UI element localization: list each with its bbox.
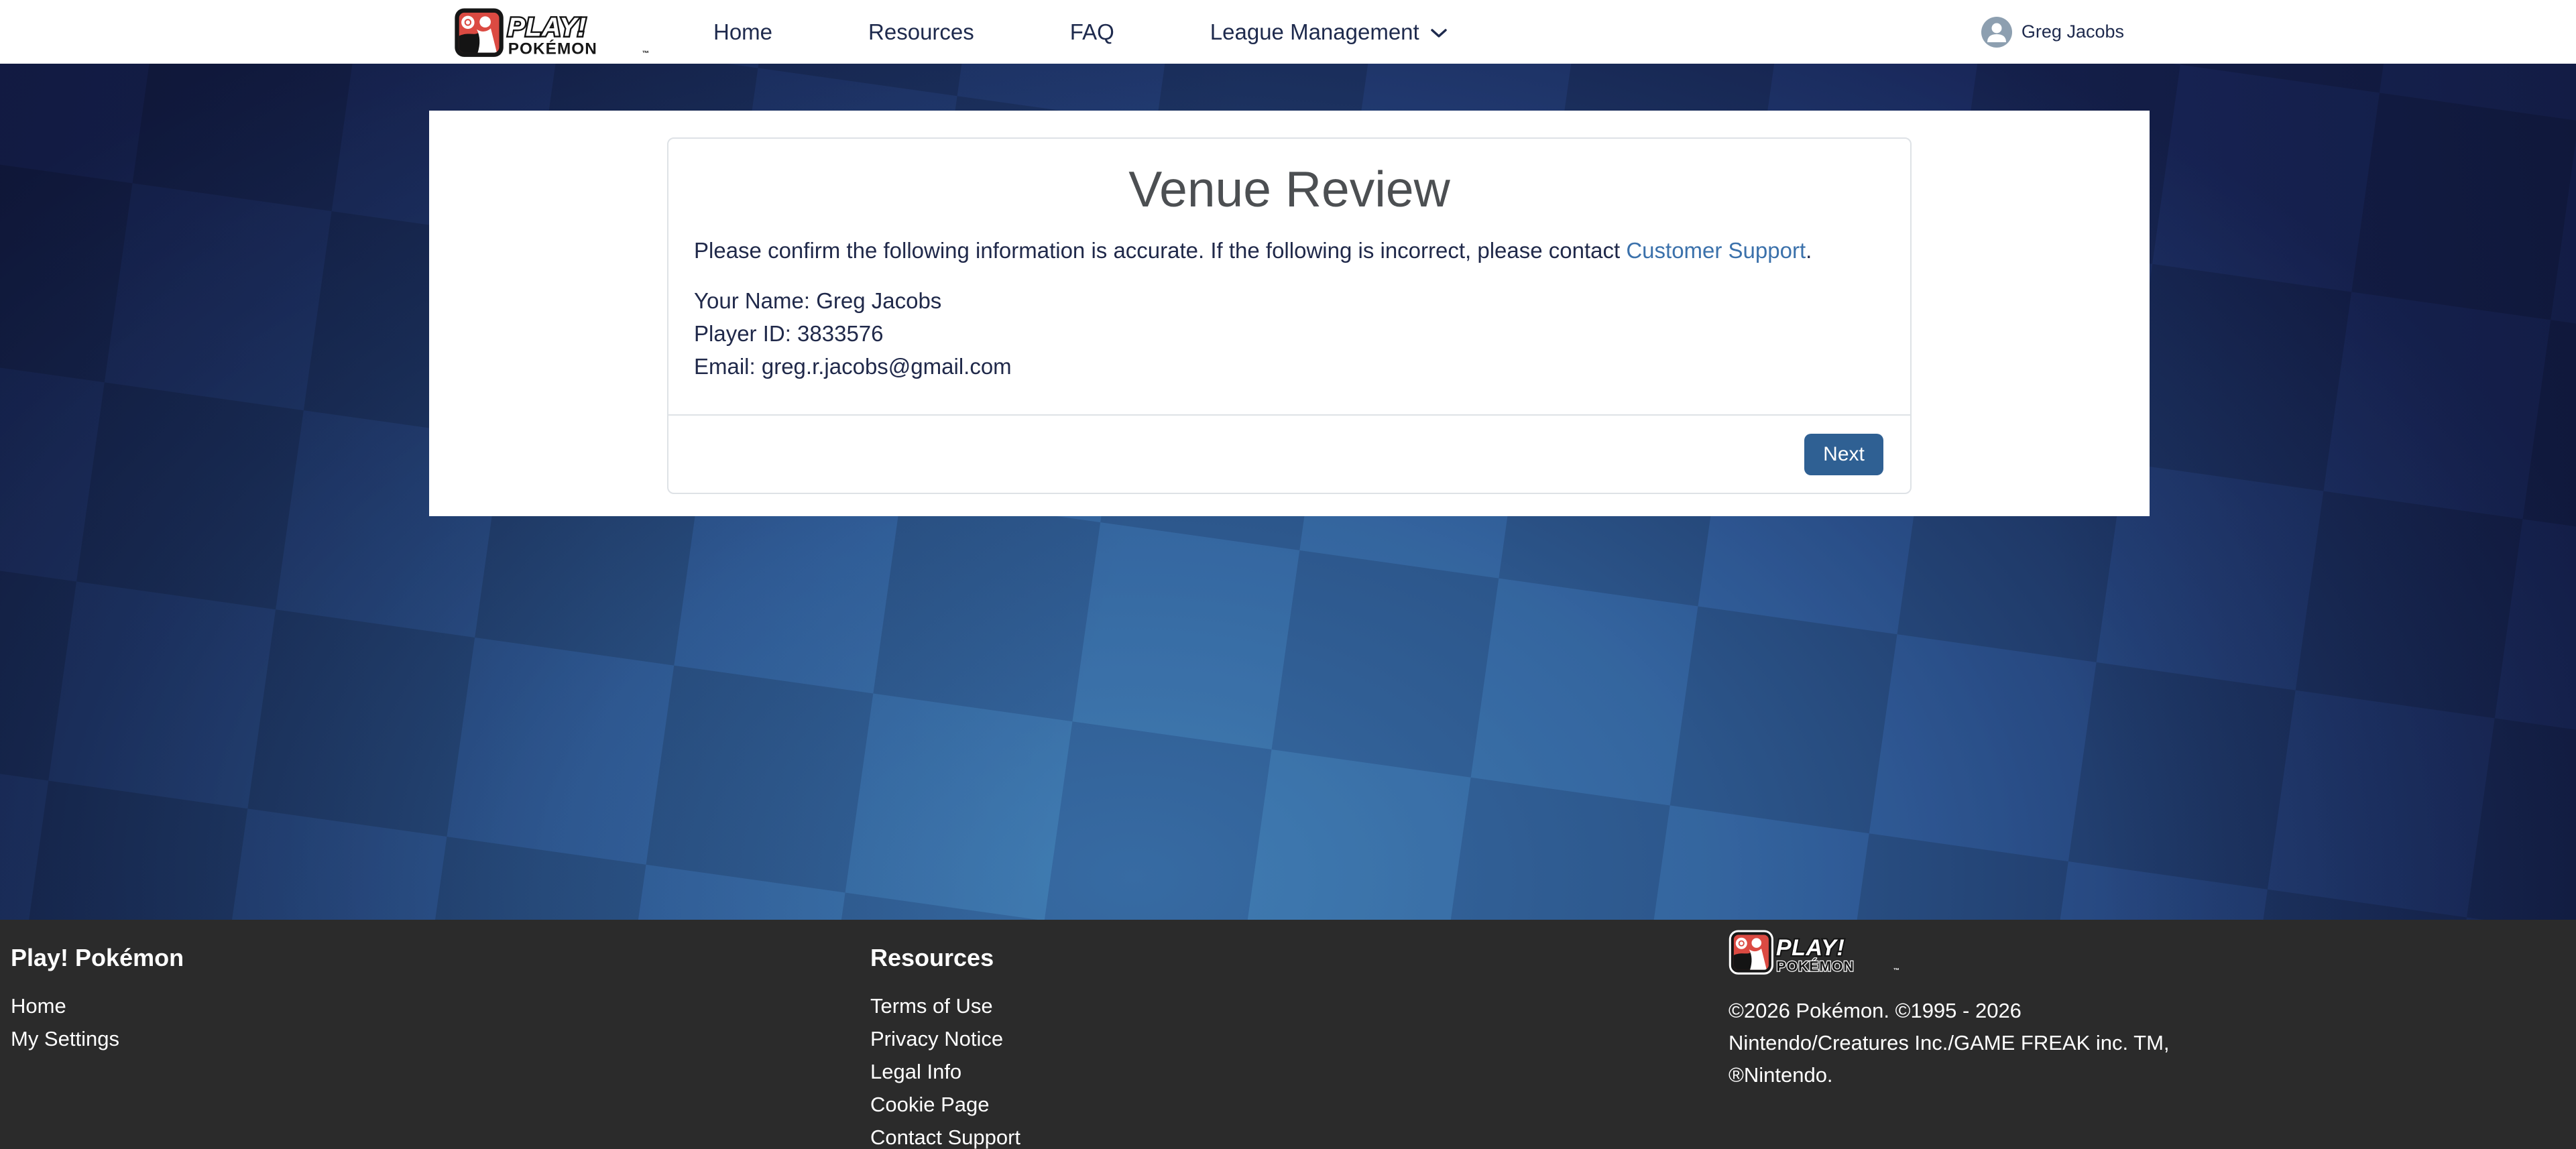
copyright-line-2: Nintendo/Creatures Inc./GAME FREAK inc. … <box>1729 1027 2170 1059</box>
footer-link-my-settings[interactable]: My Settings <box>11 1022 119 1055</box>
page-footer: Play! Pokémon Home My Settings Resources… <box>0 920 2576 1149</box>
nav-faq-label: FAQ <box>1070 19 1114 45</box>
logo-play-text: PLAY! <box>1776 935 1845 961</box>
footer-link-terms-of-use[interactable]: Terms of Use <box>870 989 1020 1022</box>
card-footer: Next <box>668 414 1910 493</box>
content-sheet: Venue Review Please confirm the followin… <box>429 111 2150 516</box>
player-id-value: 3833576 <box>797 321 883 346</box>
footer-link-cookie-page[interactable]: Cookie Page <box>870 1088 1020 1121</box>
user-name: Greg Jacobs <box>2022 21 2124 42</box>
intro-prefix: Please confirm the following information… <box>694 238 1626 263</box>
player-name-value: Greg Jacobs <box>816 288 941 313</box>
chevron-down-icon <box>1429 27 1449 40</box>
copyright-text: ©2026 Pokémon. ©1995 - 2026 Nintendo/Cre… <box>1729 995 2170 1091</box>
nav-item-home[interactable]: Home <box>713 19 772 45</box>
copyright-line-3: ®Nintendo. <box>1729 1059 2170 1091</box>
footer-link-contact-support[interactable]: Contact Support <box>870 1121 1020 1149</box>
page-title: Venue Review <box>668 159 1910 219</box>
customer-support-link[interactable]: Customer Support <box>1626 238 1806 263</box>
venue-review-card: Venue Review Please confirm the followin… <box>667 137 1912 494</box>
player-name-line: Your Name: Greg Jacobs <box>694 284 1885 317</box>
next-button[interactable]: Next <box>1804 434 1883 475</box>
player-info-block: Your Name: Greg Jacobs Player ID: 383357… <box>694 284 1885 383</box>
play-pokemon-logo[interactable]: PLAY! POKÉMON ™ <box>453 6 654 58</box>
footer-heading-play-pokemon: Play! Pokémon <box>11 944 184 972</box>
logo-play-text: PLAY! <box>508 13 587 42</box>
player-email-value: greg.r.jacobs@gmail.com <box>762 354 1012 379</box>
intro-suffix: . <box>1806 238 1812 263</box>
nav-item-league-management[interactable]: League Management <box>1210 19 1449 45</box>
nav-item-faq[interactable]: FAQ <box>1070 19 1114 45</box>
nav-item-resources[interactable]: Resources <box>868 19 974 45</box>
nav-home-label: Home <box>713 19 772 45</box>
user-avatar-icon <box>1981 17 2012 48</box>
intro-text: Please confirm the following information… <box>694 237 1885 265</box>
player-email-label: Email: <box>694 354 756 379</box>
top-navigation-bar: PLAY! POKÉMON ™ Home Resources FAQ Leagu… <box>0 0 2576 64</box>
player-name-label: Your Name: <box>694 288 810 313</box>
footer-heading-resources: Resources <box>870 944 994 972</box>
user-account-menu[interactable]: Greg Jacobs <box>1981 17 2124 48</box>
main-nav: Home Resources FAQ League Management <box>713 19 1449 45</box>
nav-resources-label: Resources <box>868 19 974 45</box>
copyright-line-1: ©2026 Pokémon. ©1995 - 2026 <box>1729 995 2170 1027</box>
player-email-line: Email: greg.r.jacobs@gmail.com <box>694 350 1885 383</box>
footer-link-privacy-notice[interactable]: Privacy Notice <box>870 1022 1020 1055</box>
footer-link-home[interactable]: Home <box>11 989 119 1022</box>
footer-links-resources: Terms of Use Privacy Notice Legal Info C… <box>870 989 1020 1149</box>
player-id-label: Player ID: <box>694 321 791 346</box>
footer-links-play-pokemon: Home My Settings <box>11 989 119 1055</box>
logo-tm-mark: ™ <box>642 50 649 57</box>
play-pokemon-footer-logo: PLAY! POKÉMON ™ <box>1729 929 1904 975</box>
play-pokemon-icon <box>455 8 503 56</box>
footer-link-legal-info[interactable]: Legal Info <box>870 1055 1020 1088</box>
logo-pokemon-text: POKÉMON <box>508 39 597 58</box>
nav-league-management-label: League Management <box>1210 19 1419 45</box>
logo-tm-mark: ™ <box>1893 967 1899 973</box>
play-pokemon-icon <box>1730 931 1772 973</box>
player-id-line: Player ID: 3833576 <box>694 317 1885 350</box>
logo-pokemon-text: POKÉMON <box>1777 958 1855 975</box>
